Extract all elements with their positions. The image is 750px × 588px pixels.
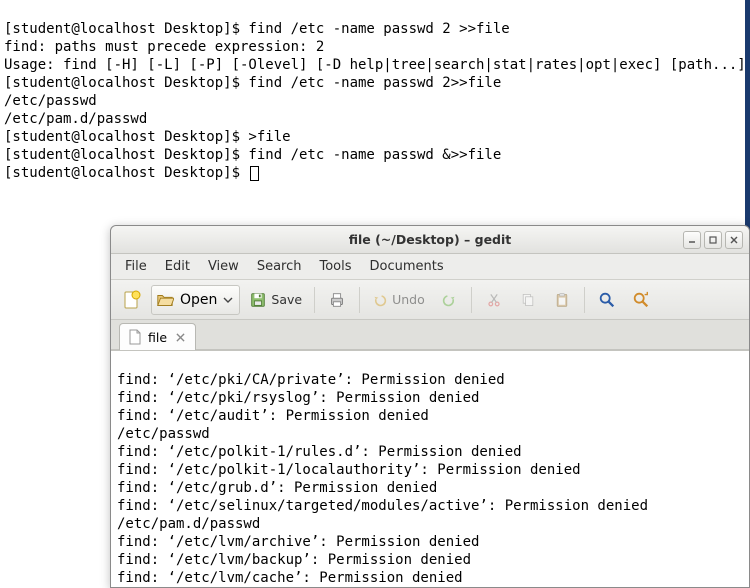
- terminal-line: [student@localhost Desktop]$ find /etc -…: [4, 21, 510, 37]
- menu-file[interactable]: File: [117, 256, 155, 277]
- tab-close-button[interactable]: [173, 330, 187, 344]
- editor-line: find: ‘/etc/polkit-1/rules.d’: Permissio…: [117, 444, 522, 460]
- clipboard-icon: [554, 292, 570, 308]
- tab-file[interactable]: file: [119, 323, 196, 350]
- titlebar[interactable]: file (~/Desktop) – gedit: [111, 226, 749, 254]
- copy-icon: [520, 292, 536, 308]
- undo-icon: [372, 292, 388, 308]
- new-document-icon: [122, 290, 142, 310]
- menu-search[interactable]: Search: [249, 256, 310, 277]
- save-icon: [249, 291, 267, 309]
- menu-view[interactable]: View: [200, 256, 247, 277]
- terminal-line: [student@localhost Desktop]$ >file: [4, 129, 291, 145]
- terminal-line: /etc/passwd: [4, 93, 97, 109]
- editor-line: find: ‘/etc/grub.d’: Permission denied: [117, 480, 437, 496]
- undo-button[interactable]: Undo: [367, 285, 430, 315]
- editor-line: find: ‘/etc/pki/CA/private’: Permission …: [117, 372, 505, 388]
- editor-line: find: ‘/etc/lvm/cache’: Permission denie…: [117, 570, 463, 586]
- tabbar: file: [111, 320, 749, 350]
- toolbar: Open Save Undo: [111, 280, 749, 320]
- scissors-icon: [486, 292, 502, 308]
- terminal-line: /etc/pam.d/passwd: [4, 111, 147, 127]
- editor-line: find: ‘/etc/lvm/archive’: Permission den…: [117, 534, 479, 550]
- copy-button[interactable]: [513, 285, 543, 315]
- tab-label: file: [148, 330, 167, 345]
- terminal-line: Usage: find [-H] [-L] [-P] [-Olevel] [-D…: [4, 57, 750, 73]
- editor-line: find: ‘/etc/audit’: Permission denied: [117, 408, 429, 424]
- terminal-cursor: [250, 166, 259, 181]
- window-title: file (~/Desktop) – gedit: [111, 232, 749, 247]
- save-label: Save: [271, 292, 302, 307]
- separator: [359, 287, 360, 313]
- close-button[interactable]: [725, 231, 743, 249]
- new-document-button[interactable]: [117, 285, 147, 315]
- close-icon: [176, 333, 185, 342]
- undo-label: Undo: [392, 292, 425, 307]
- separator: [471, 287, 472, 313]
- close-icon: [729, 235, 739, 245]
- find-button[interactable]: [592, 285, 622, 315]
- search-icon: [598, 291, 616, 309]
- minimize-button[interactable]: [683, 231, 701, 249]
- editor-line: /etc/passwd: [117, 426, 210, 442]
- open-button[interactable]: Open: [151, 285, 240, 315]
- redo-button[interactable]: [434, 285, 464, 315]
- print-icon: [328, 291, 346, 309]
- gedit-window: file (~/Desktop) – gedit File Edit View …: [110, 225, 750, 588]
- redo-icon: [441, 292, 457, 308]
- menubar: File Edit View Search Tools Documents: [111, 254, 749, 280]
- document-icon: [128, 329, 142, 345]
- terminal-line: [student@localhost Desktop]$ find /etc -…: [4, 147, 501, 163]
- editor-area[interactable]: find: ‘/etc/pki/CA/private’: Permission …: [111, 350, 749, 587]
- open-label: Open: [180, 292, 217, 308]
- menu-tools[interactable]: Tools: [311, 256, 359, 277]
- menu-edit[interactable]: Edit: [157, 256, 198, 277]
- window-buttons: [683, 231, 743, 249]
- print-button[interactable]: [322, 285, 352, 315]
- separator: [584, 287, 585, 313]
- chevron-down-icon: [223, 295, 233, 305]
- paste-button[interactable]: [547, 285, 577, 315]
- menu-documents[interactable]: Documents: [362, 256, 452, 277]
- save-button[interactable]: Save: [244, 285, 307, 315]
- editor-line: find: ‘/etc/lvm/backup’: Permission deni…: [117, 552, 471, 568]
- terminal-line: [student@localhost Desktop]$ find /etc -…: [4, 75, 501, 91]
- find-replace-button[interactable]: [626, 285, 656, 315]
- folder-open-icon: [156, 291, 174, 309]
- editor-line: find: ‘/etc/selinux/targeted/modules/act…: [117, 498, 648, 514]
- maximize-icon: [708, 235, 718, 245]
- terminal-line: find: paths must precede expression: 2: [4, 39, 324, 55]
- find-replace-icon: [632, 291, 650, 309]
- maximize-button[interactable]: [704, 231, 722, 249]
- terminal-line: [student@localhost Desktop]$: [4, 165, 248, 181]
- editor-line: find: ‘/etc/polkit-1/localauthority’: Pe…: [117, 462, 581, 478]
- minimize-icon: [687, 235, 697, 245]
- editor-line: /etc/pam.d/passwd: [117, 516, 260, 532]
- editor-line: find: ‘/etc/pki/rsyslog’: Permission den…: [117, 390, 479, 406]
- separator: [314, 287, 315, 313]
- cut-button[interactable]: [479, 285, 509, 315]
